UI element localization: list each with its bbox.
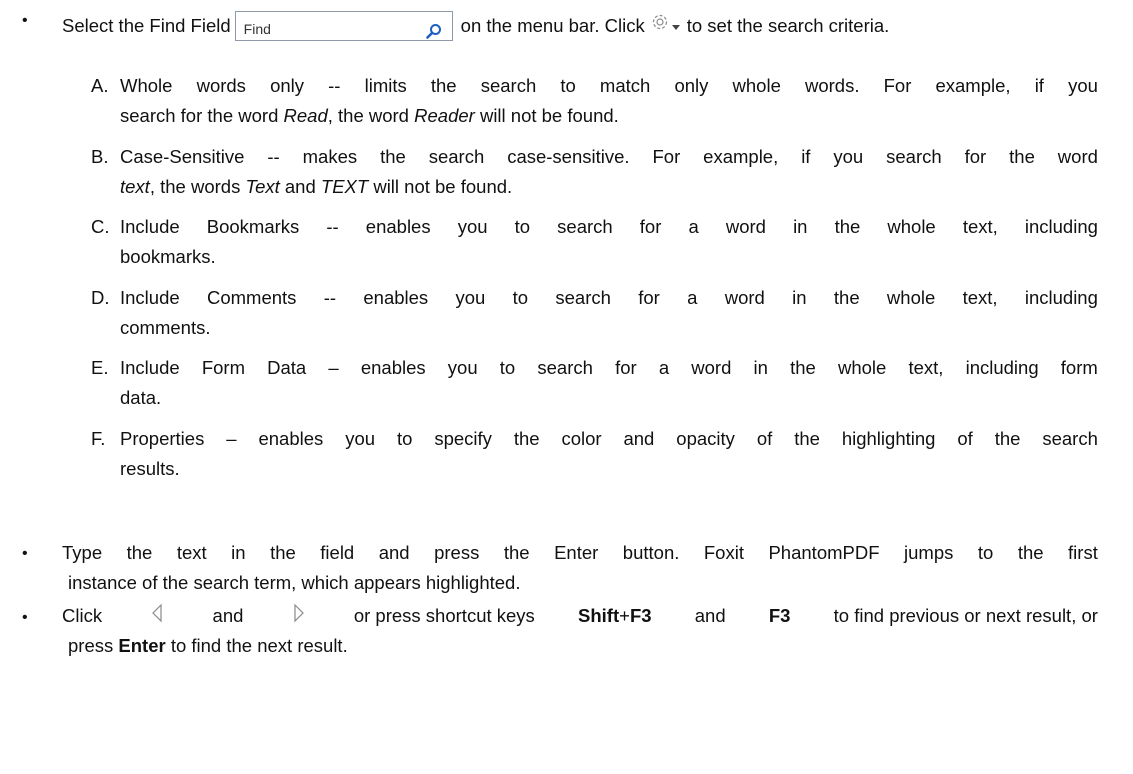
intro-text-after: to set the search criteria. — [686, 15, 890, 36]
nav-step-line2: press Enter to find the next result. — [68, 635, 348, 656]
option-d-marker: D. — [91, 287, 110, 308]
option-b-marker: B. — [91, 146, 109, 167]
option-b-line1: Case-Sensitive -- makes the search case-sensi… — [120, 146, 1098, 167]
previous-arrow-icon[interactable] — [149, 603, 165, 629]
intro-text-middle: on the menu bar. Click — [460, 15, 645, 36]
option-f-marker: F. — [91, 428, 106, 449]
intro-line: Select the Find Field Find on the menu b… — [62, 6, 889, 46]
find-field[interactable]: Find — [234, 11, 453, 41]
magnifier-icon — [425, 18, 442, 48]
option-d-line2: comments. — [120, 317, 211, 338]
bullet: • — [22, 609, 28, 626]
option-a-marker: A. — [91, 75, 109, 96]
option-c-line2: bookmarks. — [120, 246, 216, 267]
option-a-line1: Whole words only -- limits the search to match on… — [120, 75, 1098, 96]
option-c-marker: C. — [91, 216, 110, 237]
type-step-line2: instance of the search term, which appea… — [68, 572, 521, 593]
intro-text-before: Select the Find Field — [62, 15, 231, 36]
option-b-line2: text, the words Text and TEXT will not b… — [120, 176, 513, 197]
option-e-line1: Include Form Data – enables you to search for a wo… — [120, 357, 1098, 378]
option-c-line1: Include Bookmarks -- enables you to search for a… — [120, 216, 1098, 237]
option-d-line1: Include Comments -- enables you to search for a w… — [120, 287, 1098, 308]
option-e-marker: E. — [91, 357, 109, 378]
bullet: • — [22, 545, 28, 562]
option-f-line2: results. — [120, 458, 180, 479]
dropdown-arrow-icon — [671, 11, 681, 41]
settings-dropdown-button[interactable] — [649, 11, 681, 42]
find-placeholder: Find — [243, 21, 271, 37]
type-step-line1: Type the text in the field and press the Enter but… — [62, 542, 1098, 563]
bullet: • — [22, 12, 28, 29]
nav-step-line1: Click and or press shortcut keys Shift+F… — [62, 603, 1098, 629]
next-arrow-icon[interactable] — [291, 603, 307, 629]
option-a-line2: search for the word Read, the word Reade… — [120, 105, 619, 126]
option-e-line2: data. — [120, 387, 162, 408]
gear-icon — [649, 11, 671, 42]
option-f-line1: Properties – enables you to specify the color an… — [120, 428, 1098, 449]
